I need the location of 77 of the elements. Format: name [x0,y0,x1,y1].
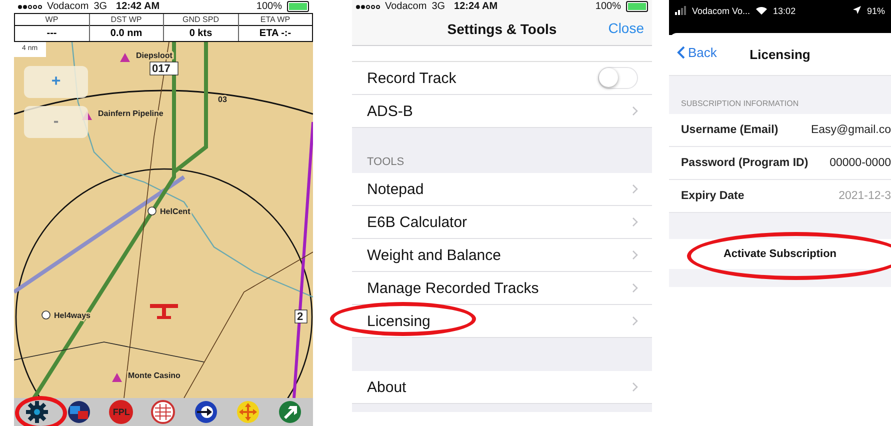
screen-title: Settings & Tools [447,21,557,37]
section-header: SUBSCRIPTION INFORMATION [681,99,799,108]
chevron-icon [632,283,638,293]
waypoint-icon [112,373,122,382]
field-label: Username (Email) [681,124,778,136]
chevron-icon [632,106,638,116]
move-arrows-icon[interactable] [234,400,261,424]
map-label-tag: 017 [150,62,178,76]
battery-percent: 91% [866,6,885,16]
network-text: 3G [94,1,108,12]
carrier-text: Vodacom Vo... [692,6,750,16]
map-label: Monte Casino [128,371,180,380]
battery-percent: 100% [256,1,282,12]
row-label: Notepad [367,180,425,198]
carrier-text: Vodacom [385,1,427,12]
battery-icon [626,1,648,12]
settings-row[interactable]: Manage Recorded Tracks [352,272,652,305]
row-label: Manage Recorded Tracks [367,280,540,296]
status-time: 12:24 AM [454,1,498,12]
field-label: Expiry Date [681,190,744,202]
map-label: 03 [218,95,227,104]
chevron-icon [632,382,638,392]
settings-row[interactable]: Record Track [352,62,652,95]
map-label: HelCent [160,207,190,216]
carrier-text: Vodacom [47,1,89,12]
chevron-icon [632,184,638,194]
squares-icon[interactable] [66,401,92,423]
row-label: Record Track [367,70,458,86]
chevron-left-icon [677,46,685,59]
heliport-icon [42,310,50,320]
row-label: Weight and Balance [367,246,502,264]
field-value: Easy@gmail.co [810,124,891,136]
map-label-tag: 2 [294,310,308,324]
wifi-icon [756,6,768,15]
activate-subscription-button[interactable]: Activate Subscription [719,246,841,262]
table-cell-text: 0 kts [188,27,214,41]
chevron-icon [632,217,638,227]
direct-to-icon[interactable] [192,400,219,424]
settings-row[interactable]: ADS-B [352,95,652,128]
toggle-switch[interactable] [598,67,638,89]
table-cell-text: 0.0 nm [109,27,144,41]
chevron-icon [632,250,638,260]
column-header: ETA WP [238,14,312,26]
back-button[interactable]: Back [677,45,717,60]
settings-row[interactable]: Licensing [352,305,652,338]
chevron-icon [632,316,638,326]
signal-icon [18,4,42,8]
settings-row[interactable]: About [352,371,652,404]
column-header: DST WP [90,14,163,26]
settings-icon[interactable] [26,401,48,423]
field-label: Password (Program ID) [681,157,808,169]
heliport-icon [148,206,156,216]
status-time: 13:02 [773,6,796,16]
status-time: 12:42 AM [116,1,160,12]
signal-icon [356,4,380,8]
table-cell-text: ETA -:- [258,27,292,41]
column-header: GND SPD [164,14,238,26]
section-header: TOOLS [367,156,404,168]
settings-row[interactable]: Weight and Balance [352,239,652,272]
column-header: WP [15,14,88,26]
waypoint-icon [120,53,130,62]
network-text: 3G [432,1,446,12]
table-icon[interactable] [150,400,176,424]
row-label: About [367,378,408,396]
airplane-icon [150,304,178,319]
table-cell-text: --- [46,27,58,41]
row-label: E6B Calculator [367,214,468,230]
location-icon [852,6,861,14]
settings-row[interactable]: Notepad [352,173,652,206]
screen-title: Licensing [750,46,810,62]
battery-percent: 100% [595,1,621,12]
signal-icon [675,6,686,15]
field-value: 2021-12-3 [838,190,891,202]
row-label: Licensing [367,312,432,330]
field-value: 00000-0000 [830,157,891,169]
row-label: ADS-B [367,102,414,120]
settings-row[interactable]: E6B Calculator [352,206,652,239]
